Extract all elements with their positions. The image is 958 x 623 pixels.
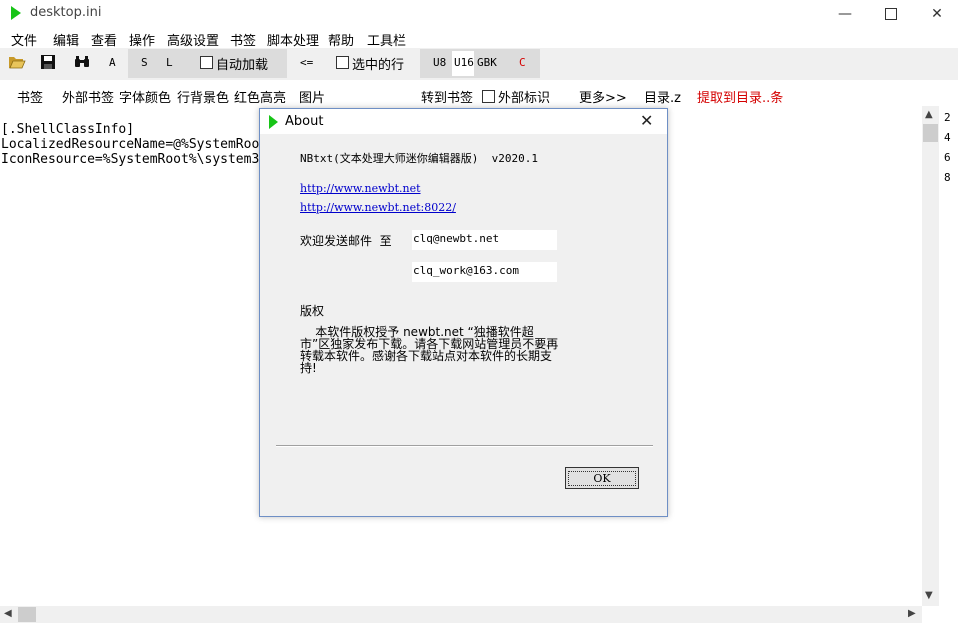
- line-background-button[interactable]: 行背景色: [177, 87, 229, 106]
- email-value-1: clq@newbt.net: [413, 232, 500, 245]
- about-dialog: About ✕ NBtxt(文本处理大师迷你编辑器版) v2020.1 http…: [259, 108, 668, 517]
- auto-load-label: 自动加载: [216, 58, 269, 73]
- email-field-1[interactable]: clq@newbt.net: [412, 230, 557, 250]
- dialog-close-button[interactable]: ✕: [640, 111, 653, 130]
- external-mark-checkbox[interactable]: [482, 90, 495, 103]
- menu-script[interactable]: 脚本处理: [267, 30, 319, 49]
- close-button[interactable]: ✕: [914, 0, 958, 28]
- extract-toc-button[interactable]: 提取到目录..条: [697, 87, 783, 106]
- toc-button[interactable]: 目录.z: [644, 87, 681, 106]
- app-name-version: NBtxt(文本处理大师迷你编辑器版) v2020.1: [300, 152, 538, 165]
- line-number: 4: [944, 131, 951, 144]
- bookmark-toolbar: 书签 外部书签 字体颜色 行背景色 红色高亮 图片 转到书签 外部标识 更多>>…: [0, 84, 958, 106]
- email-value-2: clq_work@163.com: [413, 264, 519, 277]
- scroll-up-icon[interactable]: ▲: [925, 109, 933, 120]
- email-label: 欢迎发送邮件 至: [300, 234, 392, 248]
- selected-line-checkbox[interactable]: [336, 56, 349, 69]
- menu-help[interactable]: 帮助: [328, 30, 354, 49]
- line-number: 6: [944, 151, 951, 164]
- copyright-heading: 版权: [300, 304, 325, 318]
- menu-file[interactable]: 文件: [11, 30, 37, 49]
- close-icon: ✕: [640, 111, 654, 130]
- u8-button[interactable]: U8: [433, 56, 446, 69]
- line-number: 8: [944, 171, 951, 184]
- dialog-play-icon: [269, 115, 278, 129]
- menu-bookmarks[interactable]: 书签: [230, 30, 256, 49]
- menu-bar: 文件 编辑 查看 操作 高级设置 书签 脚本处理 帮助 工具栏: [0, 28, 958, 49]
- scroll-right-icon[interactable]: ▶: [908, 608, 916, 619]
- close-icon: ✕: [931, 6, 943, 22]
- maximize-button[interactable]: [868, 0, 914, 28]
- selected-line-label: 选中的行: [352, 58, 405, 73]
- window-title: desktop.ini: [30, 5, 102, 20]
- menu-edit[interactable]: 编辑: [53, 30, 79, 49]
- image-button[interactable]: 图片: [299, 87, 325, 106]
- vertical-scrollbar[interactable]: ▲ ▼: [922, 106, 939, 606]
- menu-toolbar[interactable]: 工具栏: [367, 30, 406, 49]
- ok-label: OK: [568, 470, 636, 486]
- maximize-icon: [885, 8, 897, 20]
- editor-line: [.ShellClassInfo]: [1, 122, 135, 137]
- goto-bookmark-button[interactable]: 转到书签: [421, 87, 473, 106]
- font-color-button[interactable]: 字体颜色: [119, 87, 171, 106]
- auto-load-checkbox[interactable]: [200, 56, 213, 69]
- red-highlight-button[interactable]: 红色高亮: [234, 87, 286, 106]
- menu-advanced-settings[interactable]: 高级设置: [167, 30, 219, 49]
- horizontal-scrollbar[interactable]: ◀ ▶: [0, 606, 922, 623]
- horizontal-scroll-thumb[interactable]: [18, 607, 36, 622]
- external-bookmark-button[interactable]: 外部书签: [62, 87, 114, 106]
- back-button[interactable]: <=: [300, 56, 313, 69]
- email-field-2[interactable]: clq_work@163.com: [412, 262, 557, 282]
- s-button[interactable]: S: [141, 56, 148, 69]
- ok-button[interactable]: OK: [565, 467, 639, 489]
- dialog-title-bar: About ✕: [260, 109, 667, 134]
- line-number: 2: [944, 111, 951, 124]
- open-folder-icon[interactable]: [8, 54, 26, 73]
- dialog-title: About: [285, 114, 324, 129]
- copyright-text: 本软件版权授予 newbt.net “独播软件超市”区独家发布下载。请各下载网站…: [300, 325, 559, 375]
- gbk-button[interactable]: GBK: [477, 56, 497, 69]
- menu-operation[interactable]: 操作: [129, 30, 155, 49]
- vertical-scroll-thumb[interactable]: [923, 124, 938, 142]
- external-mark-label: 外部标识: [498, 91, 551, 106]
- website-port-link[interactable]: http://www.newbt.net:8022/: [300, 201, 456, 214]
- save-icon[interactable]: [40, 54, 56, 73]
- scroll-left-icon[interactable]: ◀: [4, 608, 12, 619]
- title-bar: desktop.ini — ✕: [0, 0, 958, 28]
- font-a-button[interactable]: A: [109, 56, 116, 69]
- scroll-down-icon[interactable]: ▼: [925, 590, 933, 601]
- dialog-separator: [276, 445, 653, 447]
- l-button[interactable]: L: [166, 56, 173, 69]
- menu-view[interactable]: 查看: [91, 30, 117, 49]
- find-binoculars-icon[interactable]: [74, 56, 90, 71]
- more-button[interactable]: 更多>>: [579, 87, 627, 106]
- minimize-icon: —: [838, 6, 852, 22]
- c-button[interactable]: C: [519, 56, 526, 69]
- toolbar: A S L 自动加载 <= 选中的行 U8 U16 GBK C: [0, 48, 958, 80]
- bookmark-button[interactable]: 书签: [17, 87, 43, 106]
- app-play-icon: [11, 6, 21, 20]
- website-link[interactable]: http://www.newbt.net: [300, 182, 421, 195]
- minimize-button[interactable]: —: [822, 0, 868, 28]
- u16-button[interactable]: U16: [454, 56, 474, 69]
